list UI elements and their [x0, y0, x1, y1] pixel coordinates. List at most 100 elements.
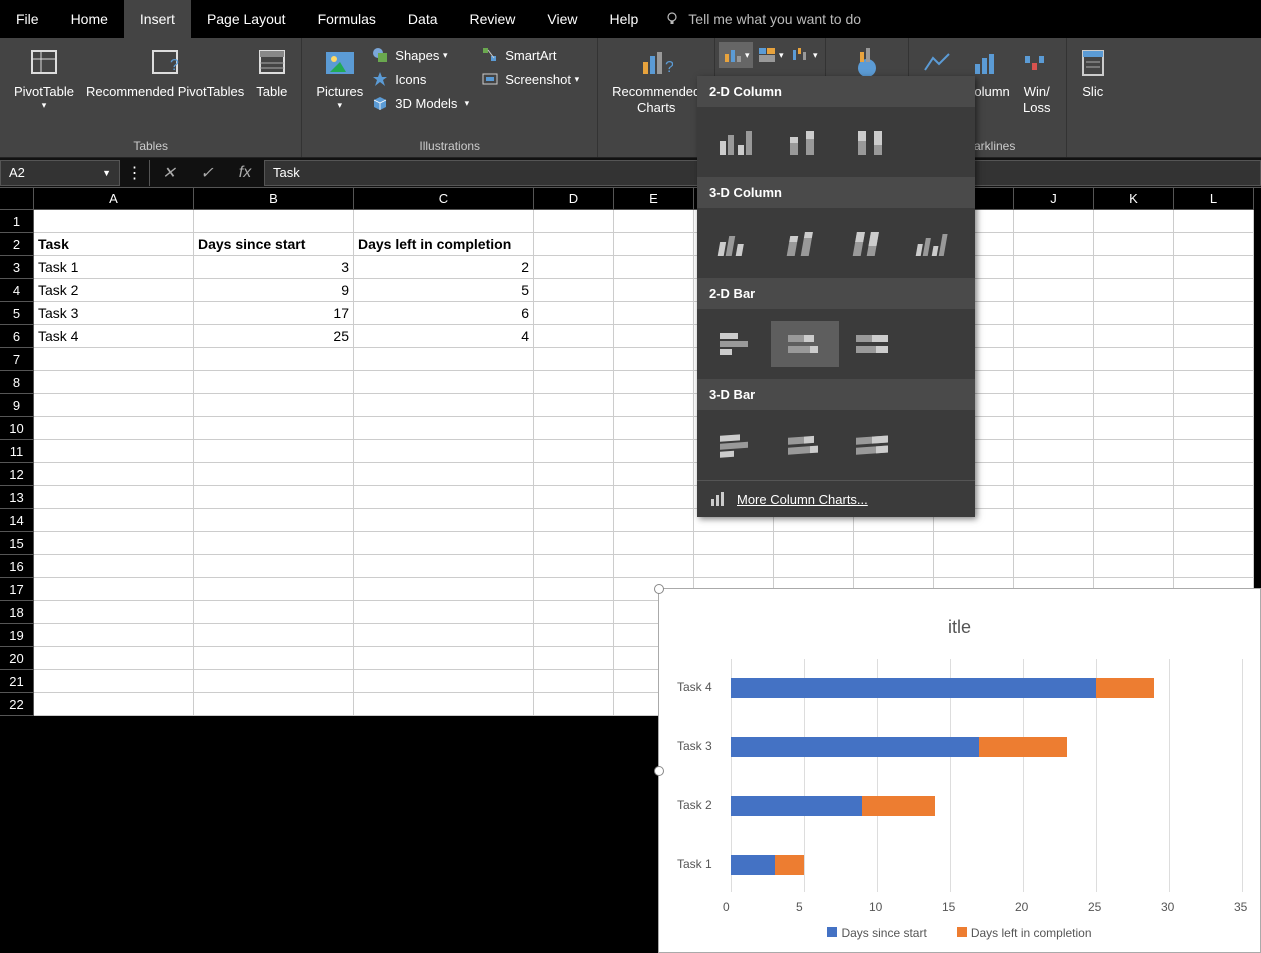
cell[interactable] — [1174, 210, 1254, 233]
bar-segment[interactable] — [862, 796, 935, 816]
cell[interactable] — [614, 463, 694, 486]
cell[interactable] — [1174, 532, 1254, 555]
screenshot-button[interactable]: Screenshot ▾ — [479, 68, 589, 90]
cell[interactable] — [534, 371, 614, 394]
cell[interactable]: 9 — [194, 279, 354, 302]
bar-segment[interactable] — [979, 737, 1067, 757]
cell[interactable] — [1014, 509, 1094, 532]
cell[interactable] — [34, 647, 194, 670]
cell[interactable]: 17 — [194, 302, 354, 325]
cell[interactable] — [34, 417, 194, 440]
cell[interactable] — [354, 440, 534, 463]
cell[interactable]: 5 — [354, 279, 534, 302]
cell[interactable] — [534, 532, 614, 555]
cell[interactable] — [354, 693, 534, 716]
tellme-search[interactable]: Tell me what you want to do — [688, 11, 861, 27]
tab-home[interactable]: Home — [55, 0, 124, 38]
cell[interactable] — [354, 463, 534, 486]
cell[interactable] — [354, 578, 534, 601]
resize-handle[interactable] — [654, 766, 664, 776]
tab-view[interactable]: View — [531, 0, 593, 38]
pivottable-button[interactable]: PivotTable ▾ — [8, 42, 80, 139]
cell[interactable] — [1094, 233, 1174, 256]
cell[interactable] — [1174, 463, 1254, 486]
chart-100stacked-bar[interactable] — [839, 321, 907, 367]
cell[interactable] — [614, 348, 694, 371]
chart-3d-stacked-bar[interactable] — [771, 422, 839, 468]
column-header[interactable]: J — [1014, 188, 1094, 210]
tab-page-layout[interactable]: Page Layout — [191, 0, 302, 38]
column-header[interactable]: E — [614, 188, 694, 210]
bar-segment[interactable] — [731, 855, 775, 875]
row-header[interactable]: 4 — [0, 279, 34, 302]
row-header[interactable]: 21 — [0, 670, 34, 693]
row-header[interactable]: 15 — [0, 532, 34, 555]
cell[interactable] — [1174, 325, 1254, 348]
row-header[interactable]: 13 — [0, 486, 34, 509]
cell[interactable] — [354, 348, 534, 371]
cell[interactable]: 4 — [354, 325, 534, 348]
row-header[interactable]: 18 — [0, 601, 34, 624]
cell[interactable] — [534, 348, 614, 371]
column-chart-button[interactable]: ▾ — [719, 42, 753, 68]
cell[interactable] — [1094, 532, 1174, 555]
3dmodels-button[interactable]: 3D Models ▾ — [369, 92, 479, 114]
cell[interactable]: Task 3 — [34, 302, 194, 325]
row-header[interactable]: 2 — [0, 233, 34, 256]
tab-data[interactable]: Data — [392, 0, 454, 38]
column-header[interactable]: D — [534, 188, 614, 210]
fx-icon[interactable]: fx — [226, 164, 264, 182]
cell[interactable] — [354, 210, 534, 233]
row-header[interactable]: 12 — [0, 463, 34, 486]
cell[interactable] — [34, 624, 194, 647]
cell[interactable] — [534, 486, 614, 509]
cell[interactable] — [194, 440, 354, 463]
row-header[interactable]: 20 — [0, 647, 34, 670]
icons-button[interactable]: Icons — [369, 68, 479, 90]
chart-3d-100stacked-column[interactable] — [836, 220, 903, 266]
cell[interactable] — [34, 394, 194, 417]
cell[interactable] — [614, 279, 694, 302]
cell[interactable] — [1094, 417, 1174, 440]
cell[interactable] — [1094, 394, 1174, 417]
cell[interactable] — [614, 509, 694, 532]
cell[interactable] — [1014, 233, 1094, 256]
cell[interactable] — [354, 601, 534, 624]
cell[interactable] — [1174, 440, 1254, 463]
cell[interactable] — [1014, 394, 1094, 417]
row-header[interactable]: 8 — [0, 371, 34, 394]
cell[interactable] — [1094, 302, 1174, 325]
cell[interactable] — [534, 440, 614, 463]
cell[interactable]: Task 1 — [34, 256, 194, 279]
column-header[interactable]: B — [194, 188, 354, 210]
namebox-aux[interactable]: ⋮ — [120, 160, 150, 186]
bar-segment[interactable] — [731, 796, 862, 816]
cell[interactable] — [854, 555, 934, 578]
cell[interactable] — [1094, 555, 1174, 578]
row-header[interactable]: 22 — [0, 693, 34, 716]
cell[interactable] — [354, 624, 534, 647]
row-header[interactable]: 9 — [0, 394, 34, 417]
row-header[interactable]: 3 — [0, 256, 34, 279]
row-header[interactable]: 6 — [0, 325, 34, 348]
cell[interactable]: 6 — [354, 302, 534, 325]
chart-3d-clustered-bar[interactable] — [703, 422, 771, 468]
bar-segment[interactable] — [775, 855, 804, 875]
cell[interactable] — [194, 578, 354, 601]
cell[interactable] — [1174, 555, 1254, 578]
row-header[interactable]: 7 — [0, 348, 34, 371]
column-header[interactable]: A — [34, 188, 194, 210]
cell[interactable] — [34, 693, 194, 716]
cell[interactable] — [614, 325, 694, 348]
cell[interactable] — [194, 210, 354, 233]
row-header[interactable]: 11 — [0, 440, 34, 463]
cell[interactable] — [354, 394, 534, 417]
cell[interactable]: Task — [34, 233, 194, 256]
cell[interactable] — [1094, 210, 1174, 233]
cell[interactable] — [194, 532, 354, 555]
cell[interactable]: 3 — [194, 256, 354, 279]
name-box[interactable]: A2 ▼ — [0, 160, 120, 186]
cell[interactable] — [1094, 509, 1174, 532]
confirm-icon[interactable]: ✓ — [188, 163, 226, 183]
shapes-button[interactable]: Shapes ▾ — [369, 44, 479, 66]
